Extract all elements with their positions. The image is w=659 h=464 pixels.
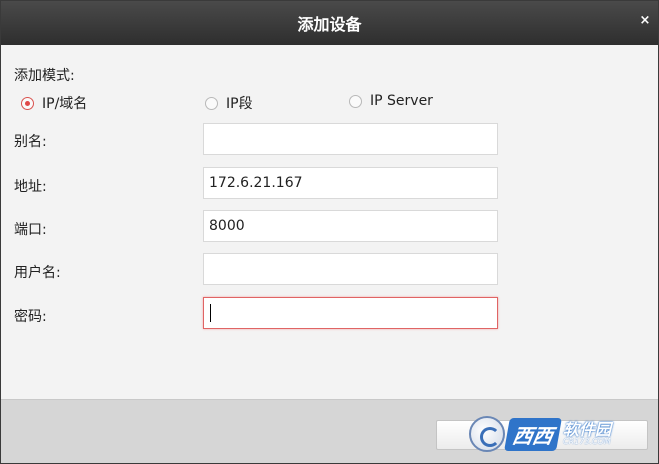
address-label: 地址: [14,179,47,195]
close-icon[interactable]: × [638,13,652,29]
alias-input[interactable] [203,123,498,155]
address-input[interactable] [203,167,498,199]
radio-unchecked-icon[interactable] [205,96,218,110]
radio-mode-ip-domain[interactable]: IP/域名 [21,93,87,113]
watermark-sub: 软件园 CR173.COM [563,422,611,446]
alias-label: 别名: [14,134,47,150]
title-bar: 添加设备 × [1,1,658,45]
dialog-title: 添加设备 [297,15,362,34]
add-mode-label: 添加模式: [14,68,75,84]
port-input[interactable] [203,210,498,242]
watermark-logo: 西西 软件园 CR173.COM [469,413,639,455]
radio-mode-ip-server[interactable]: IP Server [349,93,433,109]
logo-icon [469,416,505,452]
radio-checked-icon[interactable] [21,96,34,110]
username-input[interactable] [203,253,498,285]
watermark-sub-big: 软件园 [563,420,612,439]
radio-label: IP/域名 [42,96,88,112]
username-label: 用户名: [14,265,61,281]
radio-label: IP Server [370,93,433,109]
radio-unchecked-icon[interactable] [349,94,362,108]
radio-mode-ip-range[interactable]: IP段 [205,93,253,113]
port-label: 端口: [14,222,47,238]
watermark-sub-small: CR173.COM [563,437,611,446]
add-device-dialog: 添加设备 × 添加模式: IP/域名 IP段 IP Server 别名: 地址:… [0,0,659,464]
watermark-text: 西西 [504,417,562,451]
password-label: 密码: [14,309,47,325]
text-caret [210,304,211,322]
password-input[interactable] [203,297,498,329]
radio-label: IP段 [226,96,253,112]
